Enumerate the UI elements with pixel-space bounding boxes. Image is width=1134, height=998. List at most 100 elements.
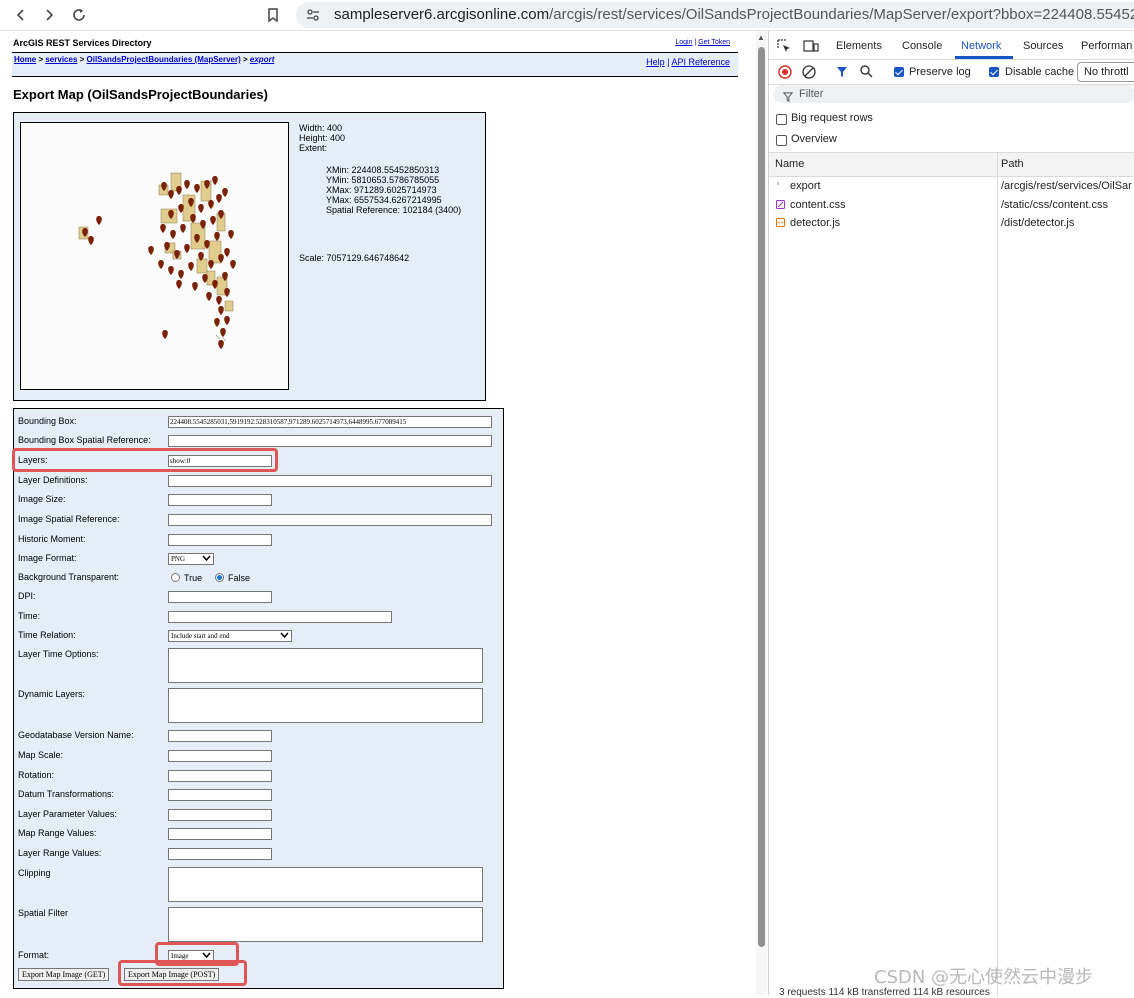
record-icon[interactable] <box>778 65 792 84</box>
tab-performance[interactable]: Performan <box>1081 40 1132 52</box>
map-pin <box>216 296 222 305</box>
watermark: CSDN @无心使然云中漫步 <box>874 967 1094 988</box>
css-file-icon <box>776 200 785 209</box>
layer-time-textarea[interactable] <box>168 648 483 683</box>
map-pin <box>190 214 196 223</box>
map-pin <box>192 282 198 291</box>
scrollbar-thumb[interactable] <box>758 47 765 947</box>
map-pin <box>168 266 174 275</box>
bg-false-radio[interactable] <box>215 573 224 582</box>
tab-sources[interactable]: Sources <box>1023 40 1063 52</box>
image-format-select[interactable]: PNG <box>168 553 214 565</box>
preserve-log-label: Preserve log <box>909 66 971 78</box>
api-reference-link[interactable]: API Reference <box>671 57 730 67</box>
image-size-input[interactable] <box>168 494 272 506</box>
breadcrumb-home[interactable]: Home <box>14 55 36 64</box>
layer-range-input[interactable] <box>168 848 272 860</box>
forward-icon[interactable] <box>38 4 60 26</box>
js-file-icon <box>776 218 785 227</box>
gdb-version-input[interactable] <box>168 730 272 742</box>
help-links: Help | API Reference <box>646 57 730 67</box>
reload-icon[interactable] <box>68 4 90 26</box>
col-name-header[interactable]: Name <box>775 158 804 170</box>
clipping-textarea[interactable] <box>168 867 483 902</box>
map-pin <box>188 262 194 271</box>
overview-checkbox[interactable] <box>776 135 787 146</box>
filter-funnel-icon <box>782 89 794 107</box>
export-get-button[interactable]: Export Map Image (GET) <box>18 968 110 981</box>
map-pin <box>176 280 182 289</box>
disable-cache-checkbox[interactable] <box>989 67 999 77</box>
clear-icon[interactable] <box>802 65 816 84</box>
image-sr-input[interactable] <box>168 514 492 526</box>
filter-icon[interactable] <box>836 65 848 83</box>
table-row[interactable]: content.css /static/css/content.css <box>769 196 1134 214</box>
preserve-log-checkbox[interactable] <box>894 67 904 77</box>
col-path-header[interactable]: Path <box>1001 158 1024 170</box>
time-relation-label: Time Relation: <box>18 630 76 640</box>
datum-input[interactable] <box>168 789 272 801</box>
table-header: Name Path <box>769 153 1134 177</box>
disable-cache-label: Disable cache <box>1005 66 1075 78</box>
map-scale-input[interactable] <box>168 750 272 762</box>
url-text: sampleserver6.arcgisonline.com/arcgis/re… <box>334 6 1134 23</box>
throttle-select[interactable]: No throttl <box>1077 62 1134 82</box>
address-bar[interactable]: sampleserver6.arcgisonline.com/arcgis/re… <box>296 2 1134 28</box>
map-pin <box>184 180 190 189</box>
back-icon[interactable] <box>10 4 32 26</box>
layer-defs-input[interactable] <box>168 475 492 487</box>
rotation-input[interactable] <box>168 770 272 782</box>
device-toolbar-icon[interactable] <box>803 39 819 58</box>
tab-network[interactable]: Network <box>961 40 1001 52</box>
browser-toolbar: sampleserver6.arcgisonline.com/arcgis/re… <box>0 0 1134 31</box>
scroll-up-icon[interactable]: ▲ <box>757 33 765 42</box>
map-pin <box>218 340 224 349</box>
big-rows-checkbox[interactable] <box>776 114 787 125</box>
time-input[interactable] <box>168 611 392 623</box>
time-relation-select[interactable]: Include start and end <box>168 630 292 642</box>
page-scrollbar[interactable]: ▲ <box>756 31 767 995</box>
bbox-input[interactable]: 224408.5545285031,5919192.528310587,9712… <box>168 416 492 428</box>
tab-console[interactable]: Console <box>902 40 942 52</box>
request-path: /dist/detector.js <box>1001 217 1075 229</box>
breadcrumb-services[interactable]: services <box>45 55 77 64</box>
map-pin <box>222 188 228 197</box>
filter-placeholder: Filter <box>799 88 824 100</box>
bg-true-radio[interactable] <box>171 573 180 582</box>
image-format-value: PNG <box>171 555 186 563</box>
map-pin <box>218 306 224 315</box>
inspect-icon[interactable] <box>777 39 791 58</box>
bbox-sr-input[interactable] <box>168 435 492 447</box>
search-icon[interactable] <box>860 65 873 83</box>
breadcrumb-mapserver[interactable]: OilSandsProjectBoundaries (MapServer) <box>87 55 241 64</box>
dpi-input[interactable] <box>168 591 272 603</box>
nav-bar: Home > services > OilSandsProjectBoundar… <box>12 52 738 77</box>
table-row[interactable]: export /arcgis/rest/services/OilSar <box>769 177 1134 195</box>
column-divider[interactable] <box>997 153 998 996</box>
top-links: Login | Get Token <box>675 39 730 46</box>
map-range-input[interactable] <box>168 828 272 840</box>
tab-elements[interactable]: Elements <box>836 40 882 52</box>
bookmark-icon[interactable] <box>262 4 284 26</box>
dynamic-layers-textarea[interactable] <box>168 688 483 723</box>
map-pin <box>208 260 214 269</box>
breadcrumb-export[interactable]: export <box>250 55 274 64</box>
historic-input[interactable] <box>168 534 272 546</box>
map-pin <box>230 260 236 269</box>
extent-xmax: XMax: 971289.6025714973 <box>326 185 437 195</box>
get-token-link[interactable]: Get Token <box>698 39 730 46</box>
layer-param-input[interactable] <box>168 809 272 821</box>
spatial-filter-textarea[interactable] <box>168 907 483 942</box>
filter-input[interactable]: Filter <box>773 85 1134 103</box>
url-host: sampleserver6.arcgisonline.com <box>334 6 550 23</box>
site-settings-icon[interactable] <box>306 8 320 27</box>
request-name: export <box>790 180 821 192</box>
url-path: /arcgis/rest/services/OilSandsProjectBou… <box>549 6 1134 23</box>
login-link[interactable]: Login <box>675 39 692 46</box>
export-form: Bounding Box: 224408.5545285031,5919192.… <box>12 408 504 989</box>
request-name: detector.js <box>790 217 841 229</box>
map-pin <box>214 318 220 327</box>
help-link[interactable]: Help <box>646 57 665 67</box>
map-preview-panel: Width: 400 Height: 400 Extent: XMin: 224… <box>13 112 486 401</box>
table-row[interactable]: detector.js /dist/detector.js <box>769 214 1134 232</box>
